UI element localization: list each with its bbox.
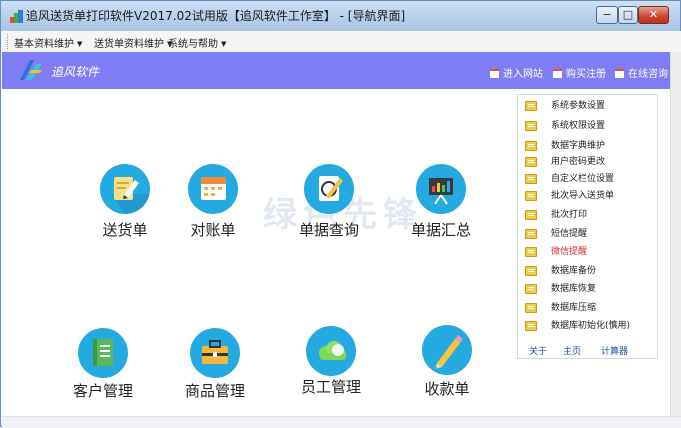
panel-item-label: 系统权限设置 <box>551 121 606 131</box>
document-icon <box>525 266 537 276</box>
tile-customer-management[interactable]: 客户管理 <box>53 328 153 418</box>
menu-delivery-data-label: 送货单资料维护 <box>94 39 164 50</box>
panel-item-label: 数据字典维护 <box>551 141 606 151</box>
document-icon <box>525 321 537 331</box>
panel-item-label: 微信提醒 <box>551 247 588 257</box>
document-icon <box>525 141 537 151</box>
panel-item-label: 批次打印 <box>551 210 588 220</box>
link-purchase-register[interactable]: 购买注册 <box>553 65 606 80</box>
panel-item[interactable]: 数据库初始化(慎用) <box>518 320 657 334</box>
title-bar[interactable]: 追风送货单打印软件V2017.02试用版【追风软件工作室】 - [导航界面] −… <box>1 1 680 31</box>
panel-item-label: 自定义栏位设置 <box>551 174 615 184</box>
tile-receipt-label: 收款单 <box>424 380 470 398</box>
link-enter-website-label: 进入网站 <box>503 69 543 80</box>
link-about[interactable]: 关于 <box>529 344 547 357</box>
menu-basic-data-label: 基本资料维护 <box>14 39 74 50</box>
link-home[interactable]: 主页 <box>563 344 581 357</box>
panel-item[interactable]: 系统参数设置 <box>518 100 657 114</box>
panel-item[interactable]: 数据库恢复 <box>518 283 657 297</box>
panel-item-label: 系统参数设置 <box>551 101 606 111</box>
document-icon <box>525 191 537 201</box>
document-icon <box>525 174 537 184</box>
briefcase-icon <box>190 328 240 378</box>
tile-delivery-note[interactable]: 送货单 <box>75 164 175 254</box>
panel-item-label: 数据库压缩 <box>551 303 597 313</box>
document-icon <box>525 284 537 294</box>
tile-document-query-label: 单据查询 <box>298 221 359 239</box>
document-icon <box>525 157 537 167</box>
panel-item[interactable]: 数据库备份 <box>518 265 657 279</box>
document-icon <box>525 229 537 239</box>
chevron-down-icon: ▼ <box>221 40 227 48</box>
tile-delivery-note-label: 送货单 <box>102 221 148 239</box>
pencil-note-icon <box>100 164 150 214</box>
tile-statement[interactable]: 对账单 <box>163 164 263 254</box>
document-icon <box>525 303 537 313</box>
brand-logo-icon <box>20 60 42 80</box>
panel-item-label: 数据库备份 <box>551 266 597 276</box>
menu-grip <box>7 34 10 49</box>
menu-system-help[interactable]: 系统与帮助 ▼ <box>168 35 226 50</box>
panel-item[interactable]: 自定义栏位设置 <box>518 173 657 187</box>
refresh-document-icon <box>304 164 354 214</box>
panel-item-label: 短信提醒 <box>551 229 588 239</box>
document-icon <box>525 210 537 220</box>
link-purchase-register-label: 购买注册 <box>566 69 606 80</box>
tile-product-management[interactable]: 商品管理 <box>165 328 265 418</box>
tile-employee-management[interactable]: 员工管理 <box>281 326 381 416</box>
header-banner: 追风软件 进入网站 购买注册 在线咨询 <box>2 52 670 89</box>
calendar-icon <box>490 69 499 78</box>
cloud-icon <box>306 326 356 376</box>
panel-item-label: 批次导入送货单 <box>551 191 615 201</box>
calendar-icon <box>553 69 562 78</box>
panel-item[interactable]: 短信提醒 <box>518 228 657 242</box>
panel-item-label: 数据库初始化(慎用) <box>551 321 631 331</box>
panel-item[interactable]: 数据库压缩 <box>518 302 657 316</box>
maximize-button[interactable]: □ <box>618 6 638 24</box>
tile-document-summary[interactable]: 单据汇总 <box>391 164 491 254</box>
link-calculator[interactable]: 计算器 <box>601 344 628 357</box>
link-online-consult-label: 在线咨询 <box>628 69 668 80</box>
calendar-icon <box>188 164 238 214</box>
document-icon <box>525 247 537 257</box>
brand-name: 追风软件 <box>51 65 100 79</box>
panel-item[interactable]: 批次导入送货单 <box>518 190 657 204</box>
system-function-panel: 系统参数设置 系统权限设置 数据字典维护 用户密码更改 自定义栏位设置 批次导入… <box>517 94 658 359</box>
vertical-scrollbar[interactable] <box>670 52 681 416</box>
tile-product-management-label: 商品管理 <box>184 382 245 400</box>
minimize-button[interactable]: − <box>596 6 618 24</box>
app-icon <box>10 10 23 23</box>
panel-item[interactable]: 系统权限设置 <box>518 120 657 134</box>
panel-item[interactable]: 微信提醒 <box>518 246 657 260</box>
panel-item-label: 用户密码更改 <box>551 157 606 167</box>
chevron-down-icon: ▼ <box>77 40 83 48</box>
close-button[interactable]: ✕ <box>638 6 669 24</box>
panel-item-label: 数据库恢复 <box>551 284 597 294</box>
address-book-icon <box>78 328 128 378</box>
menu-basic-data[interactable]: 基本资料维护 ▼ <box>14 35 82 50</box>
panel-item[interactable]: 用户密码更改 <box>518 156 657 170</box>
link-enter-website[interactable]: 进入网站 <box>490 65 543 80</box>
document-icon <box>525 101 537 111</box>
tile-employee-management-label: 员工管理 <box>300 378 361 396</box>
document-icon <box>525 121 537 131</box>
tile-document-query[interactable]: 单据查询 <box>279 164 379 254</box>
panel-item[interactable]: 批次打印 <box>518 209 657 223</box>
app-window: 追风送货单打印软件V2017.02试用版【追风软件工作室】 - [导航界面] −… <box>0 0 681 428</box>
menu-system-help-label: 系统与帮助 <box>168 39 218 50</box>
link-online-consult[interactable]: 在线咨询 <box>615 65 668 80</box>
pencil-icon <box>422 325 472 375</box>
presentation-chart-icon <box>416 164 466 214</box>
menu-bar: 基本资料维护 ▼ 送货单资料维护 ▼ 系统与帮助 ▼ <box>2 31 681 53</box>
panel-item[interactable]: 数据字典维护 <box>518 140 657 154</box>
calendar-icon <box>615 69 624 78</box>
tile-statement-label: 对账单 <box>190 221 236 239</box>
tile-receipt[interactable]: 收款单 <box>397 325 497 415</box>
menu-delivery-data[interactable]: 送货单资料维护 ▼ <box>94 35 172 50</box>
window-title: 追风送货单打印软件V2017.02试用版【追风软件工作室】 - [导航界面] <box>26 9 406 23</box>
tile-customer-management-label: 客户管理 <box>72 382 133 400</box>
tile-document-summary-label: 单据汇总 <box>410 221 471 239</box>
